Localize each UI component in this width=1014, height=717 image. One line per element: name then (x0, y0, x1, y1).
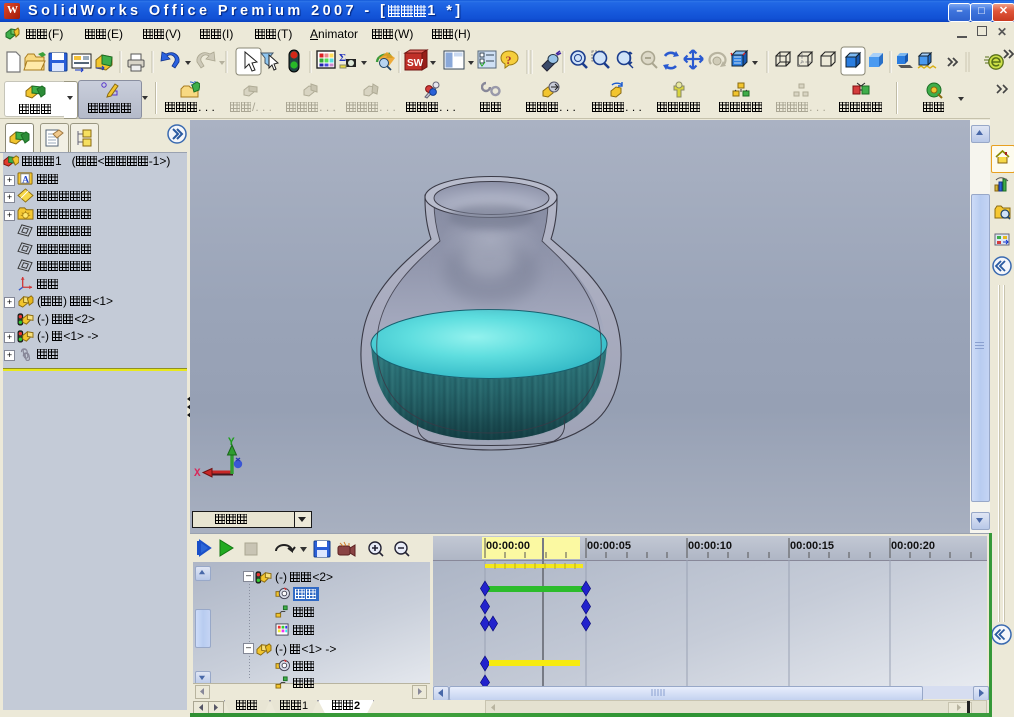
svg-text:SW: SW (407, 58, 424, 69)
svg-text:Σ: Σ (339, 52, 346, 64)
svg-text:?: ? (506, 53, 512, 67)
svg-text:X: X (194, 468, 201, 480)
